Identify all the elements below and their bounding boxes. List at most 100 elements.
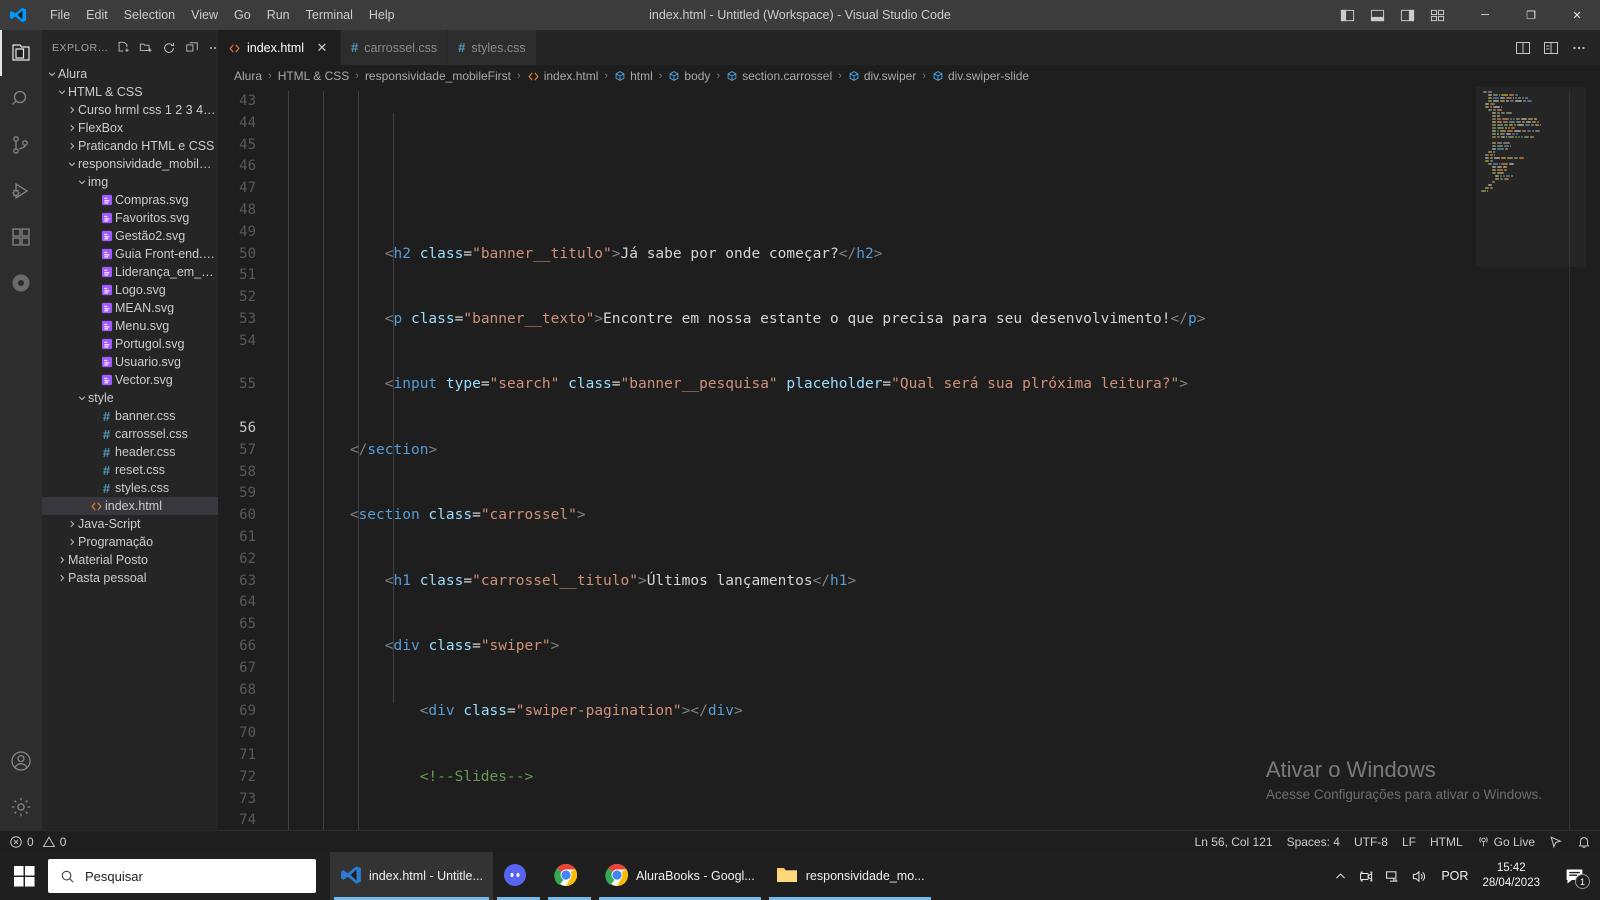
open-changes-icon[interactable] [1538,35,1564,61]
settings-gear-icon[interactable] [0,784,42,830]
file-tree[interactable]: Alura HTML & CSS Curso hrml css 1 2 3 4 al… [42,65,218,830]
taskbar-app-alurabooks[interactable]: AluraBooks - Googl... [595,852,765,900]
tree-item[interactable]: Alura [42,65,218,83]
breadcrumb-item[interactable]: div.swiper [846,69,918,83]
taskbar-clock[interactable]: 15:42 28/04/2023 [1478,861,1552,891]
breadcrumb-item[interactable]: html [612,69,655,83]
tree-item[interactable]: style [42,389,218,407]
source-control-icon[interactable] [0,122,42,168]
toggle-primary-sidebar-icon[interactable] [1332,0,1362,30]
menu-selection[interactable]: Selection [116,0,183,30]
tree-item[interactable]: Menu.svg [42,317,218,335]
editor-tab[interactable]: # styles.css [448,30,537,65]
toggle-secondary-sidebar-icon[interactable] [1392,0,1422,30]
live-share-icon[interactable] [0,260,42,306]
breadcrumb-item[interactable]: index.html [525,69,601,83]
tree-item[interactable]: Java-Script [42,515,218,533]
tree-item[interactable]: # reset.css [42,461,218,479]
status-cursor-position[interactable]: Ln 56, Col 121 [1188,831,1280,853]
tree-item[interactable]: Favoritos.svg [42,209,218,227]
taskbar-app-vscode[interactable]: index.html - Untitle... [330,852,493,900]
code-content[interactable]: <h2 class="banner__titulo">Já sabe por o… [280,87,1476,830]
breadcrumb-item[interactable]: section.carrossel [724,69,834,83]
new-file-icon[interactable] [112,37,134,59]
extensions-icon[interactable] [0,214,42,260]
tree-item[interactable]: Gestão2.svg [42,227,218,245]
breadcrumb-item[interactable]: div.swiper-slide [930,69,1031,83]
taskbar-app-discord[interactable] [493,852,544,900]
tree-item[interactable]: Usuario.svg [42,353,218,371]
taskbar-app-chrome[interactable] [544,852,595,900]
taskbar-app-explorer[interactable]: responsividade_mo... [765,852,935,900]
tree-item[interactable]: Curso hrml css 1 2 3 4 alura [42,101,218,119]
tree-item[interactable]: Programação [42,533,218,551]
menu-run[interactable]: Run [259,0,298,30]
tree-item[interactable]: Liderança_em_Design.svg [42,263,218,281]
tree-item[interactable]: Vector.svg [42,371,218,389]
search-icon[interactable] [0,76,42,122]
editor-tab[interactable]: index.html ✕ [218,30,341,65]
camera-icon[interactable] [1353,852,1379,900]
menu-terminal[interactable]: Terminal [298,0,361,30]
minimize-button[interactable]: ─ [1462,0,1508,30]
menu-help[interactable]: Help [361,0,403,30]
tree-item[interactable]: Praticando HTML e CSS [42,137,218,155]
status-go-live[interactable]: Go Live [1470,831,1542,853]
editor-minimap[interactable] [1476,87,1586,830]
run-debug-icon[interactable] [0,168,42,214]
new-folder-icon[interactable] [135,37,157,59]
tree-item[interactable]: # banner.css [42,407,218,425]
editor-tab[interactable]: # carrossel.css [340,30,449,65]
accounts-icon[interactable] [0,738,42,784]
status-language-mode[interactable]: HTML [1423,831,1470,853]
tree-item[interactable]: Portugol.svg [42,335,218,353]
status-indentation[interactable]: Spaces: 4 [1280,831,1347,853]
breadcrumb-item[interactable]: HTML & CSS [276,69,352,83]
notification-center-button[interactable]: 1 [1552,852,1596,900]
tree-item[interactable]: Logo.svg [42,281,218,299]
show-hidden-icons-chevron-icon[interactable] [1327,852,1353,900]
customize-layout-icon[interactable] [1422,0,1452,30]
menu-edit[interactable]: Edit [78,0,116,30]
maximize-button[interactable]: ❐ [1508,0,1554,30]
editor-scrollbar[interactable] [1586,87,1600,830]
network-icon[interactable] [1379,852,1405,900]
explorer-icon[interactable] [0,30,42,76]
tree-item[interactable]: # carrossel.css [42,425,218,443]
tree-item[interactable]: Material Posto [42,551,218,569]
tree-item[interactable]: Pasta pessoal [42,569,218,587]
tree-item[interactable]: index.html [42,497,218,515]
taskbar-search-input[interactable]: Pesquisar [48,859,316,893]
collapse-all-icon[interactable] [181,37,203,59]
split-editor-icon[interactable] [1510,35,1536,61]
bell-icon[interactable] [1570,831,1598,853]
breadcrumb-item[interactable]: responsividade_mobileFirst [363,69,513,83]
volume-icon[interactable] [1405,852,1431,900]
breadcrumb[interactable]: Alura › HTML & CSS › responsividade_mobileFi… [218,65,1600,87]
tree-item[interactable]: responsividade_mobileFirst [42,155,218,173]
close-tab-icon[interactable]: ✕ [314,40,330,56]
tree-item[interactable]: Compras.svg [42,191,218,209]
input-language-indicator[interactable]: POR [1431,869,1478,883]
tree-item[interactable]: FlexBox [42,119,218,137]
breadcrumb-item[interactable]: body [666,69,712,83]
tree-item[interactable]: # header.css [42,443,218,461]
toggle-panel-icon[interactable] [1362,0,1392,30]
tree-item[interactable]: Guia Front-end.svg [42,245,218,263]
status-encoding[interactable]: UTF-8 [1347,831,1395,853]
menu-go[interactable]: Go [226,0,259,30]
menu-file[interactable]: File [42,0,78,30]
tree-item[interactable]: img [42,173,218,191]
menu-view[interactable]: View [183,0,226,30]
tree-item[interactable]: MEAN.svg [42,299,218,317]
refresh-icon[interactable] [158,37,180,59]
status-problems[interactable]: 0 0 [2,831,73,853]
code-editor[interactable]: 43 44 45 46 47 48 49 50 51 52 53 54 55 56 57 58 59 60 61 62… [218,87,1600,830]
tree-item[interactable]: HTML & CSS [42,83,218,101]
tree-item[interactable]: # styles.css [42,479,218,497]
more-actions-icon[interactable] [1566,35,1592,61]
breadcrumb-item[interactable]: Alura [232,69,264,83]
start-button-icon[interactable] [0,852,48,900]
status-eol[interactable]: LF [1395,831,1423,853]
close-button[interactable]: ✕ [1554,0,1600,30]
